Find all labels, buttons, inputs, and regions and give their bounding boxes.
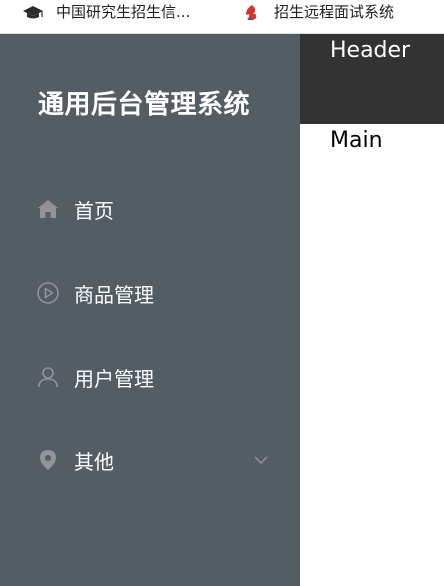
sidebar-item-label: 首页 (74, 198, 114, 223)
sidebar-item-other[interactable]: 其他 (0, 432, 300, 488)
home-icon (36, 197, 60, 221)
sidebar-item-label: 用户管理 (74, 366, 154, 391)
app-title: 通用后台管理系统 (38, 90, 251, 120)
main-content: Main (300, 124, 444, 586)
main-text: Main (330, 128, 383, 153)
flame-logo-icon (240, 4, 262, 22)
location-pin-icon (36, 448, 60, 472)
sidebar-menu: 通用后台管理系统 首页 商品管理 用户管理 其他 (0, 34, 300, 586)
video-play-icon (36, 281, 60, 305)
sidebar-item-users[interactable]: 用户管理 (0, 349, 300, 405)
bookmark-label: 招生远程面试系统 (274, 3, 395, 21)
header: Header (300, 34, 444, 124)
sidebar-item-label: 其他 (74, 449, 114, 474)
bookmark-label: 中国研究生招生信... (56, 3, 191, 21)
sidebar-item-home[interactable]: 首页 (0, 181, 300, 237)
header-text: Header (330, 38, 411, 63)
bookmark-grad-info[interactable]: 中国研究生招生信... (22, 0, 222, 22)
bookmarks-bar: 中国研究生招生信... 招生远程面试系统 (0, 0, 444, 34)
bookmark-remote-interview[interactable]: 招生远程面试系统 (240, 0, 444, 22)
user-icon (36, 365, 60, 389)
chevron-down-icon (252, 451, 270, 469)
sidebar-item-goods[interactable]: 商品管理 (0, 265, 300, 321)
graduation-cap-icon (22, 4, 44, 22)
sidebar-item-label: 商品管理 (74, 282, 154, 307)
